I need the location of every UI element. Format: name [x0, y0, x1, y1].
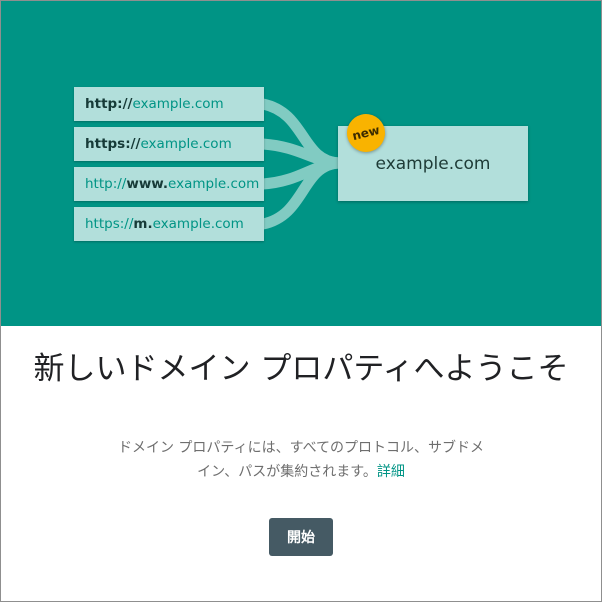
- url-host-prefix: www.: [126, 176, 169, 192]
- welcome-dialog: http://example.com https://example.com h…: [0, 0, 602, 602]
- url-box-www: http://www. example.com: [74, 167, 264, 201]
- start-button[interactable]: 開始: [269, 518, 333, 556]
- hero-illustration: http://example.com https://example.com h…: [1, 1, 601, 326]
- url-host: example.com: [152, 216, 244, 232]
- url-scheme: https://: [85, 216, 134, 232]
- domain-property-label: example.com: [375, 153, 491, 174]
- url-scheme: http://: [85, 96, 133, 112]
- url-box-mobile: https://m. example.com: [74, 207, 264, 241]
- url-host-prefix: m.: [133, 216, 153, 232]
- url-host: example.com: [132, 96, 224, 112]
- learn-more-link[interactable]: 詳細: [377, 464, 405, 480]
- url-box-http: http://example.com: [74, 87, 264, 121]
- url-scheme: https://: [85, 136, 141, 152]
- new-badge-label: new: [350, 122, 382, 144]
- url-box-https: https://example.com: [74, 127, 264, 161]
- url-host: example.com: [140, 136, 232, 152]
- url-host: example.com: [168, 176, 260, 192]
- description-text: ドメイン プロパティには、すべてのプロトコル、サブドメイン、パスが集約されます。: [117, 440, 485, 480]
- url-scheme: http://: [85, 176, 127, 192]
- dialog-description: ドメイン プロパティには、すべてのプロトコル、サブドメイン、パスが集約されます。…: [111, 436, 491, 484]
- dialog-title: 新しいドメイン プロパティへようこそ: [33, 351, 569, 387]
